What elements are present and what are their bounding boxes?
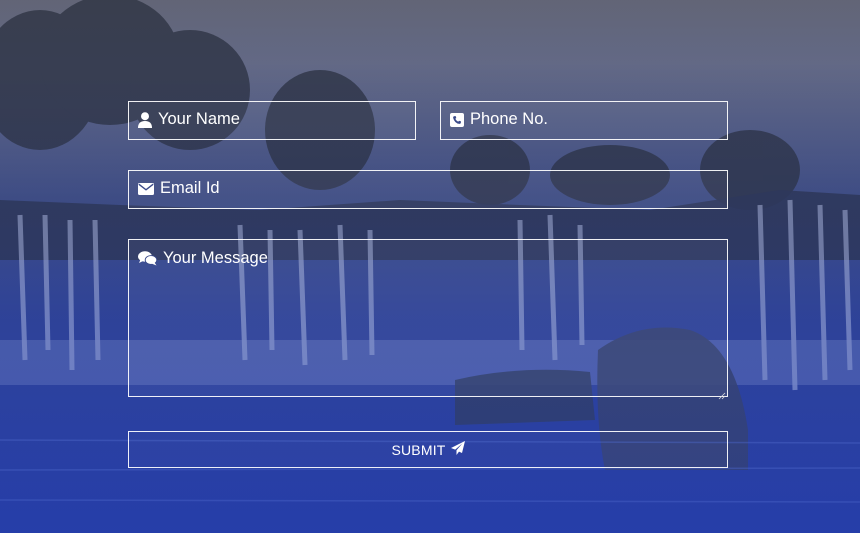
email-field[interactable]: Email Id <box>128 170 728 209</box>
name-field[interactable]: Your Name <box>128 101 416 140</box>
user-icon <box>138 111 152 128</box>
phone-placeholder-text: Phone No. <box>470 110 548 128</box>
envelope-icon <box>138 182 154 195</box>
phone-icon <box>450 112 464 127</box>
message-placeholder-text: Your Message <box>163 249 268 267</box>
email-placeholder: Email Id <box>138 179 220 198</box>
contact-form: Your Name Phone No. Email Id Your Messag… <box>0 0 860 533</box>
name-placeholder-text: Your Name <box>158 110 240 128</box>
phone-field[interactable]: Phone No. <box>440 101 728 140</box>
comments-icon <box>138 251 157 266</box>
resize-handle[interactable] <box>718 387 726 400</box>
phone-placeholder: Phone No. <box>450 110 548 129</box>
submit-label: SUBMIT <box>391 441 446 458</box>
message-placeholder: Your Message <box>138 249 268 268</box>
message-textarea[interactable]: Your Message <box>128 239 728 400</box>
email-placeholder-text: Email Id <box>160 179 220 197</box>
paper-plane-icon <box>450 441 465 458</box>
name-placeholder: Your Name <box>138 110 240 129</box>
submit-button[interactable]: SUBMIT <box>128 431 728 468</box>
